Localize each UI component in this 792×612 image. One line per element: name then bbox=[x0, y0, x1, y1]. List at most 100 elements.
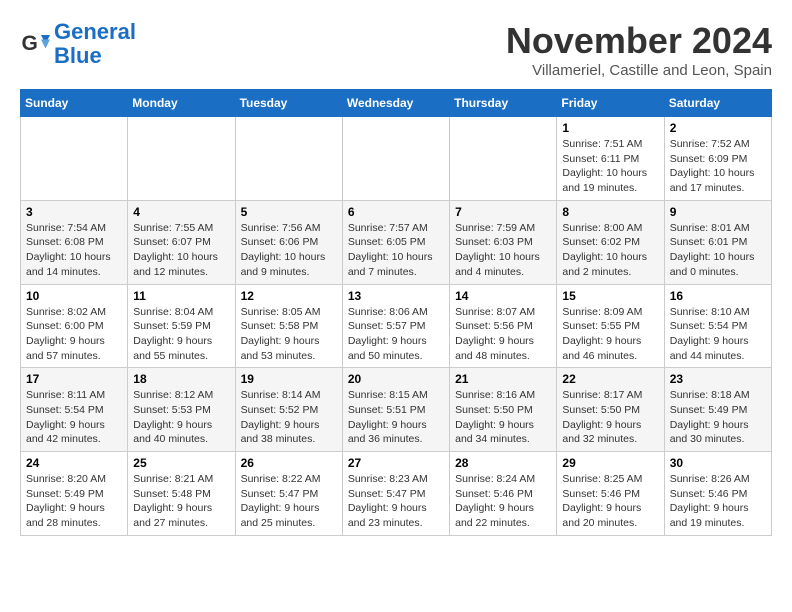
day-info: Sunrise: 8:18 AM Sunset: 5:49 PM Dayligh… bbox=[670, 388, 766, 447]
calendar-cell: 18 Sunrise: 8:12 AM Sunset: 5:53 PM Dayli… bbox=[128, 368, 235, 452]
day-info: Sunrise: 8:04 AM Sunset: 5:59 PM Dayligh… bbox=[133, 305, 229, 364]
day-number: 8 bbox=[562, 205, 658, 219]
day-info: Sunrise: 8:16 AM Sunset: 5:50 PM Dayligh… bbox=[455, 388, 551, 447]
header: G General Blue November 2024 Villameriel… bbox=[20, 20, 772, 79]
day-info: Sunrise: 8:11 AM Sunset: 5:54 PM Dayligh… bbox=[26, 388, 122, 447]
day-info: Sunrise: 8:02 AM Sunset: 6:00 PM Dayligh… bbox=[26, 305, 122, 364]
calendar-cell: 1 Sunrise: 7:51 AM Sunset: 6:11 PM Daylig… bbox=[557, 117, 664, 201]
calendar-cell: 22 Sunrise: 8:17 AM Sunset: 5:50 PM Dayli… bbox=[557, 368, 664, 452]
calendar-cell: 14Sunrise: 8:07 AM Sunset: 5:56 PM Dayli… bbox=[450, 284, 557, 368]
day-number: 29 bbox=[562, 456, 658, 470]
day-info: Sunrise: 8:24 AM Sunset: 5:46 PM Dayligh… bbox=[455, 472, 551, 531]
calendar-cell: 6 Sunrise: 7:57 AM Sunset: 6:05 PM Daylig… bbox=[342, 200, 449, 284]
day-info: Sunrise: 8:17 AM Sunset: 5:50 PM Dayligh… bbox=[562, 388, 658, 447]
calendar-cell: 17 Sunrise: 8:11 AM Sunset: 5:54 PM Dayli… bbox=[21, 368, 128, 452]
day-number: 13 bbox=[348, 289, 444, 303]
logo: G General Blue bbox=[20, 20, 136, 68]
month-title: November 2024 bbox=[506, 20, 772, 62]
day-number: 4 bbox=[133, 205, 229, 219]
day-number: 14 bbox=[455, 289, 551, 303]
logo-line1: General bbox=[54, 19, 136, 44]
svg-text:G: G bbox=[22, 32, 38, 55]
calendar-table: SundayMondayTuesdayWednesdayThursdayFrid… bbox=[20, 89, 772, 536]
calendar-cell: 4 Sunrise: 7:55 AM Sunset: 6:07 PM Daylig… bbox=[128, 200, 235, 284]
day-number: 25 bbox=[133, 456, 229, 470]
day-number: 26 bbox=[241, 456, 337, 470]
calendar-cell: 12Sunrise: 8:05 AM Sunset: 5:58 PM Dayli… bbox=[235, 284, 342, 368]
weekday-header-sunday: Sunday bbox=[21, 90, 128, 117]
day-info: Sunrise: 8:15 AM Sunset: 5:51 PM Dayligh… bbox=[348, 388, 444, 447]
day-info: Sunrise: 7:54 AM Sunset: 6:08 PM Dayligh… bbox=[26, 221, 122, 280]
day-number: 28 bbox=[455, 456, 551, 470]
day-number: 24 bbox=[26, 456, 122, 470]
calendar-cell: 24 Sunrise: 8:20 AM Sunset: 5:49 PM Dayli… bbox=[21, 452, 128, 536]
logo-icon: G bbox=[20, 29, 50, 59]
calendar-cell: 5 Sunrise: 7:56 AM Sunset: 6:06 PM Daylig… bbox=[235, 200, 342, 284]
calendar-cell: 15 Sunrise: 8:09 AM Sunset: 5:55 PM Dayli… bbox=[557, 284, 664, 368]
day-info: Sunrise: 8:12 AM Sunset: 5:53 PM Dayligh… bbox=[133, 388, 229, 447]
calendar-week-1: 1 Sunrise: 7:51 AM Sunset: 6:11 PM Daylig… bbox=[21, 117, 772, 201]
day-info: Sunrise: 8:21 AM Sunset: 5:48 PM Dayligh… bbox=[133, 472, 229, 531]
calendar-cell: 30 Sunrise: 8:26 AM Sunset: 5:46 PM Dayli… bbox=[664, 452, 771, 536]
day-info: Sunrise: 7:56 AM Sunset: 6:06 PM Dayligh… bbox=[241, 221, 337, 280]
calendar-cell: 29Sunrise: 8:25 AM Sunset: 5:46 PM Dayli… bbox=[557, 452, 664, 536]
day-info: Sunrise: 8:06 AM Sunset: 5:57 PM Dayligh… bbox=[348, 305, 444, 364]
day-info: Sunrise: 8:10 AM Sunset: 5:54 PM Dayligh… bbox=[670, 305, 766, 364]
day-info: Sunrise: 8:01 AM Sunset: 6:01 PM Dayligh… bbox=[670, 221, 766, 280]
calendar-cell: 27Sunrise: 8:23 AM Sunset: 5:47 PM Dayli… bbox=[342, 452, 449, 536]
title-block: November 2024 Villameriel, Castille and … bbox=[506, 20, 772, 79]
day-number: 12 bbox=[241, 289, 337, 303]
calendar-cell: 21 Sunrise: 8:16 AM Sunset: 5:50 PM Dayli… bbox=[450, 368, 557, 452]
calendar-cell: 7 Sunrise: 7:59 AM Sunset: 6:03 PM Daylig… bbox=[450, 200, 557, 284]
day-number: 1 bbox=[562, 121, 658, 135]
day-number: 18 bbox=[133, 372, 229, 386]
calendar-cell: 23 Sunrise: 8:18 AM Sunset: 5:49 PM Dayli… bbox=[664, 368, 771, 452]
day-info: Sunrise: 7:52 AM Sunset: 6:09 PM Dayligh… bbox=[670, 137, 766, 196]
weekday-header-wednesday: Wednesday bbox=[342, 90, 449, 117]
calendar-week-5: 24 Sunrise: 8:20 AM Sunset: 5:49 PM Dayli… bbox=[21, 452, 772, 536]
day-info: Sunrise: 7:55 AM Sunset: 6:07 PM Dayligh… bbox=[133, 221, 229, 280]
calendar-cell: 3Sunrise: 7:54 AM Sunset: 6:08 PM Daylig… bbox=[21, 200, 128, 284]
calendar-cell: 13 Sunrise: 8:06 AM Sunset: 5:57 PM Dayli… bbox=[342, 284, 449, 368]
location-title: Villameriel, Castille and Leon, Spain bbox=[506, 62, 772, 79]
weekday-header-monday: Monday bbox=[128, 90, 235, 117]
calendar-cell bbox=[128, 117, 235, 201]
calendar-cell: 11 Sunrise: 8:04 AM Sunset: 5:59 PM Dayli… bbox=[128, 284, 235, 368]
calendar-cell: 8 Sunrise: 8:00 AM Sunset: 6:02 PM Daylig… bbox=[557, 200, 664, 284]
calendar-week-4: 17 Sunrise: 8:11 AM Sunset: 5:54 PM Dayli… bbox=[21, 368, 772, 452]
calendar-week-3: 10Sunrise: 8:02 AM Sunset: 6:00 PM Dayli… bbox=[21, 284, 772, 368]
calendar-cell: 26 Sunrise: 8:22 AM Sunset: 5:47 PM Dayli… bbox=[235, 452, 342, 536]
day-info: Sunrise: 7:59 AM Sunset: 6:03 PM Dayligh… bbox=[455, 221, 551, 280]
day-number: 16 bbox=[670, 289, 766, 303]
logo-text: General Blue bbox=[54, 20, 136, 68]
day-info: Sunrise: 7:51 AM Sunset: 6:11 PM Dayligh… bbox=[562, 137, 658, 196]
day-info: Sunrise: 8:20 AM Sunset: 5:49 PM Dayligh… bbox=[26, 472, 122, 531]
weekday-header-tuesday: Tuesday bbox=[235, 90, 342, 117]
day-number: 23 bbox=[670, 372, 766, 386]
day-info: Sunrise: 8:22 AM Sunset: 5:47 PM Dayligh… bbox=[241, 472, 337, 531]
day-number: 30 bbox=[670, 456, 766, 470]
day-info: Sunrise: 8:23 AM Sunset: 5:47 PM Dayligh… bbox=[348, 472, 444, 531]
day-number: 2 bbox=[670, 121, 766, 135]
calendar-cell: 28 Sunrise: 8:24 AM Sunset: 5:46 PM Dayli… bbox=[450, 452, 557, 536]
day-info: Sunrise: 8:00 AM Sunset: 6:02 PM Dayligh… bbox=[562, 221, 658, 280]
day-info: Sunrise: 8:09 AM Sunset: 5:55 PM Dayligh… bbox=[562, 305, 658, 364]
day-number: 17 bbox=[26, 372, 122, 386]
day-number: 21 bbox=[455, 372, 551, 386]
day-info: Sunrise: 8:14 AM Sunset: 5:52 PM Dayligh… bbox=[241, 388, 337, 447]
day-number: 11 bbox=[133, 289, 229, 303]
calendar-cell bbox=[450, 117, 557, 201]
weekday-header-thursday: Thursday bbox=[450, 90, 557, 117]
day-number: 15 bbox=[562, 289, 658, 303]
calendar-cell: 20Sunrise: 8:15 AM Sunset: 5:51 PM Dayli… bbox=[342, 368, 449, 452]
day-info: Sunrise: 8:26 AM Sunset: 5:46 PM Dayligh… bbox=[670, 472, 766, 531]
calendar-cell bbox=[21, 117, 128, 201]
day-number: 6 bbox=[348, 205, 444, 219]
day-number: 5 bbox=[241, 205, 337, 219]
day-info: Sunrise: 7:57 AM Sunset: 6:05 PM Dayligh… bbox=[348, 221, 444, 280]
calendar-cell: 19 Sunrise: 8:14 AM Sunset: 5:52 PM Dayli… bbox=[235, 368, 342, 452]
calendar-cell bbox=[342, 117, 449, 201]
day-number: 7 bbox=[455, 205, 551, 219]
day-number: 22 bbox=[562, 372, 658, 386]
day-number: 19 bbox=[241, 372, 337, 386]
